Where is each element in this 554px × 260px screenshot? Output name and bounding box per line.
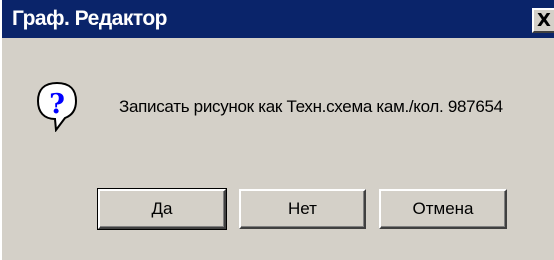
close-button[interactable]: X — [532, 8, 554, 33]
svg-text:?: ? — [49, 89, 65, 120]
yes-button[interactable]: Да — [97, 188, 227, 230]
window-title: Граф. Редактор — [12, 7, 168, 30]
message-dialog: Граф. Редактор X ? Записать рисунок как … — [0, 0, 554, 260]
question-icon: ? — [36, 81, 78, 132]
cancel-button[interactable]: Отмена — [379, 189, 507, 229]
dialog-message: Записать рисунок как Техн.схема кам./кол… — [119, 97, 503, 116]
title-bar[interactable]: Граф. Редактор X — [2, 0, 554, 38]
no-button[interactable]: Нет — [239, 189, 366, 229]
